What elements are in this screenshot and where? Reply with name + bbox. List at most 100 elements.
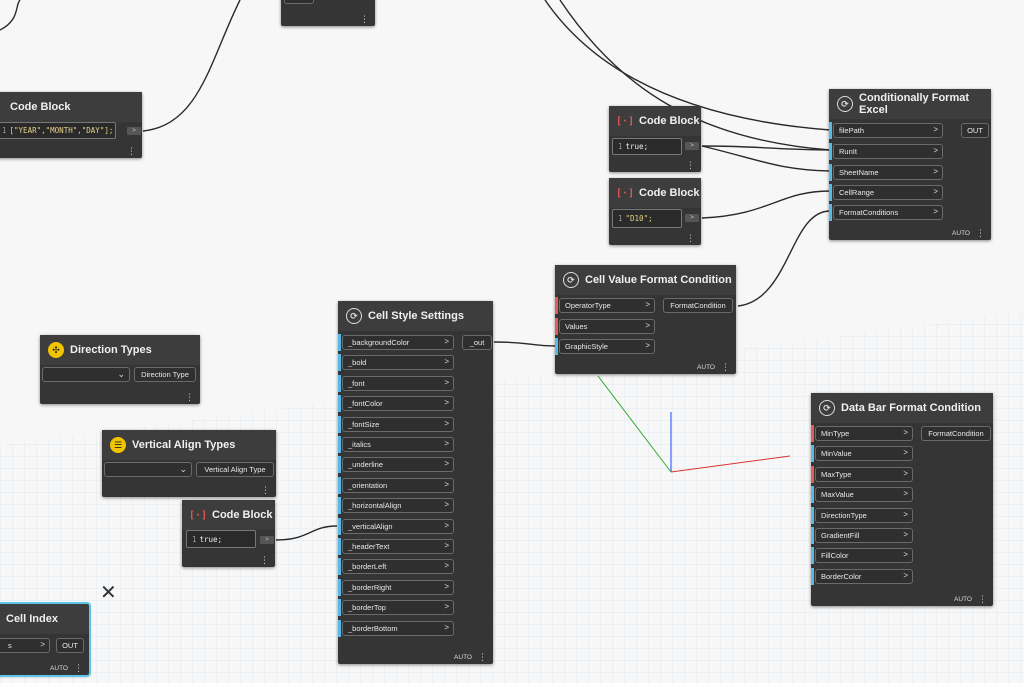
port-maxvalue[interactable]: MaxValue > [815, 487, 913, 503]
wire-top-partial [0, 0, 21, 31]
code-editor[interactable]: 1 ["YEAR","MONTH","DAY"]; [0, 122, 116, 139]
port-bordertop[interactable]: _borderTop > [342, 600, 454, 616]
node-data-bar-format-condition[interactable]: ⟳ Data Bar Format Condition FormatCondit… [811, 393, 993, 606]
node-vertical-align-types[interactable]: ☰ Vertical Align Types ⌄ Vertical Align … [102, 430, 276, 497]
chevron-right-icon: > [903, 570, 908, 580]
port-borderleft[interactable]: _borderLeft > [342, 559, 454, 575]
port-italics[interactable]: _italics > [342, 437, 454, 452]
code-output-port[interactable]: > [685, 142, 699, 150]
node-title: Code Block [639, 115, 700, 127]
vertical-align-dropdown[interactable]: ⌄ [104, 462, 192, 477]
node-header: Code Block [0, 92, 142, 122]
port-label: FillColor [821, 551, 849, 561]
port-horizontalalign[interactable]: _horizontalAlign > [342, 498, 454, 514]
port-label: OUT [62, 641, 78, 650]
node-direction-types[interactable]: ✣ Direction Types ⌄ Direction Type ⋮ [40, 335, 200, 404]
node-cell-value-format-condition[interactable]: ⟳ Cell Value Format Condition OperatorTy… [555, 265, 736, 374]
menu-dots-icon[interactable]: ⋮ [976, 229, 985, 238]
menu-dots-icon[interactable]: ⋮ [686, 234, 695, 243]
code-output-port[interactable]: > [127, 127, 141, 135]
port-underline[interactable]: _underline > [342, 457, 454, 473]
port-runit[interactable]: RunIt > [833, 144, 943, 159]
node-code-block-true-2[interactable]: [·] Code Block 1 true; > ⋮ [182, 500, 275, 567]
port-num1[interactable]: num1 [284, 0, 314, 4]
port-mintype[interactable]: MinType > [815, 426, 913, 441]
port-directiontype[interactable]: DirectionType > [815, 507, 913, 523]
port-graphicstyle[interactable]: GraphicStyle > [559, 339, 655, 354]
code-output-port[interactable]: > [685, 214, 699, 222]
output-port-out[interactable]: OUT [56, 638, 84, 653]
node-cell-style-settings[interactable]: ⟳ Cell Style Settings _out AUTO ⋮ _backgr… [338, 301, 493, 664]
menu-dots-icon[interactable]: ⋮ [360, 15, 369, 24]
port-maxtype[interactable]: MaxType > [815, 466, 913, 482]
port-cellrange[interactable]: CellRange > [833, 185, 943, 200]
node-footer: ⋮ [686, 234, 695, 243]
port-borderright[interactable]: _borderRight > [342, 579, 454, 595]
menu-dots-icon[interactable]: ⋮ [74, 664, 83, 673]
port-minvalue[interactable]: MinValue > [815, 446, 913, 462]
port-bold[interactable]: _bold > [342, 355, 454, 371]
menu-dots-icon[interactable]: ⋮ [127, 147, 136, 156]
menu-dots-icon[interactable]: ⋮ [260, 556, 269, 565]
port-label: Direction Type [141, 370, 189, 379]
node-cell-index[interactable]: Cell Index s > OUT AUTO ⋮ [0, 602, 91, 677]
lacing-label[interactable]: AUTO [50, 665, 68, 672]
node-header: ⟳ Conditionally Format Excel [829, 89, 991, 119]
code-editor[interactable]: 1 true; [612, 138, 682, 155]
direction-dropdown[interactable]: ⌄ [42, 367, 130, 382]
port-operatortype[interactable]: OperatorType > [559, 298, 655, 313]
port-input[interactable]: s > [0, 638, 50, 653]
output-port-vertical-align-type[interactable]: Vertical Align Type [196, 462, 274, 477]
port-font[interactable]: _font > [342, 375, 454, 391]
port-indicator [338, 619, 341, 637]
port-sheetname[interactable]: SheetName > [833, 165, 943, 180]
port-indicator [829, 164, 832, 181]
menu-dots-icon[interactable]: ⋮ [978, 595, 987, 604]
node-top-partial[interactable]: num1 ⋮ [281, 0, 375, 26]
wrench-screwdriver-icon[interactable]: ✕ [100, 580, 117, 605]
lacing-label[interactable]: AUTO [952, 230, 970, 237]
port-label: _out [469, 338, 485, 347]
port-filepath[interactable]: filePath > [833, 123, 943, 138]
port-bordercolor[interactable]: BorderColor > [815, 568, 913, 584]
menu-dots-icon[interactable]: ⋮ [185, 393, 194, 402]
port-verticalalign[interactable]: _verticalAlign > [342, 518, 454, 534]
lacing-label[interactable]: AUTO [697, 364, 715, 371]
node-footer: ⋮ [260, 556, 269, 565]
output-port-direction-type[interactable]: Direction Type [134, 367, 196, 382]
port-fontsize[interactable]: _fontSize > [342, 416, 454, 432]
port-values[interactable]: Values > [559, 319, 655, 334]
port-fontcolor[interactable]: _fontColor > [342, 396, 454, 412]
node-header: [·] Code Block [609, 178, 701, 208]
code-output-port[interactable]: > [260, 536, 274, 544]
output-port-out[interactable]: _out [462, 335, 492, 350]
node-code-block-list[interactable]: Code Block 1 ["YEAR","MONTH","DAY"]; > ⋮ [0, 92, 142, 158]
chevron-right-icon: > [903, 468, 908, 478]
port-borderbottom[interactable]: _borderBottom > [342, 620, 454, 636]
port-formatconditions[interactable]: FormatConditions > [833, 205, 943, 220]
menu-dots-icon[interactable]: ⋮ [261, 486, 270, 495]
port-indicator [555, 338, 558, 355]
port-gradientfill[interactable]: GradientFill > [815, 528, 913, 543]
node-conditionally-format-excel[interactable]: ⟳ Conditionally Format Excel filePath > R… [829, 89, 991, 240]
code-editor[interactable]: 1 "D10"; [612, 209, 682, 228]
port-indicator [811, 486, 814, 504]
menu-dots-icon[interactable]: ⋮ [478, 653, 487, 662]
menu-dots-icon[interactable]: ⋮ [686, 161, 695, 170]
output-port-formatcondition[interactable]: FormatCondition [663, 298, 733, 313]
code-editor[interactable]: 1 true; [186, 530, 256, 548]
lacing-label[interactable]: AUTO [454, 654, 472, 661]
port-backgroundcolor[interactable]: _backgroundColor > [342, 335, 454, 350]
node-code-block-true[interactable]: [·] Code Block 1 true; > ⋮ [609, 106, 701, 172]
node-code-block-d10[interactable]: [·] Code Block 1 "D10"; > ⋮ [609, 178, 701, 245]
output-port-out[interactable]: OUT [961, 123, 989, 138]
lacing-label[interactable]: AUTO [954, 596, 972, 603]
chevron-right-icon: > [444, 622, 449, 632]
port-orientation[interactable]: _orientation > [342, 477, 454, 493]
chevron-right-icon: > [933, 146, 938, 155]
node-footer: AUTO ⋮ [50, 664, 83, 673]
port-headertext[interactable]: _headerText > [342, 539, 454, 554]
output-port-formatcondition[interactable]: FormatCondition [921, 426, 991, 441]
port-fillcolor[interactable]: FillColor > [815, 548, 913, 564]
menu-dots-icon[interactable]: ⋮ [721, 363, 730, 372]
